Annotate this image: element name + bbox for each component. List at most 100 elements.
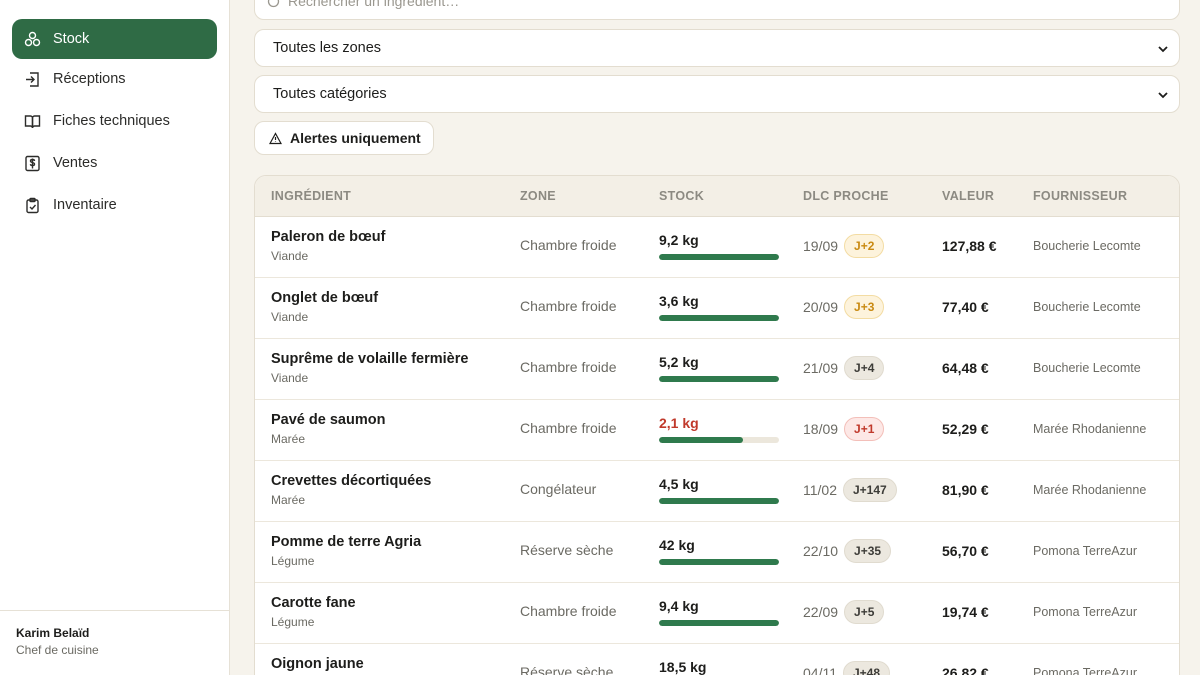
search-input[interactable]: Rechercher un ingrédient… — [254, 0, 1180, 20]
user-name: Karim Belaïd — [16, 626, 90, 640]
stock-level-fill — [659, 254, 779, 260]
dlc-cell: 18/09 J+1 — [803, 417, 885, 441]
value-cell: 77,40 € — [942, 299, 989, 315]
table-row[interactable]: Suprême de volaille fermière Viande Chambr… — [255, 339, 1179, 400]
dlc-badge: J+2 — [844, 234, 885, 258]
zone-cell: Réserve sèche — [520, 664, 614, 675]
stock-value: 9,4 kg — [659, 598, 699, 614]
ingredient-name: Pomme de terre Agria — [271, 534, 422, 550]
ingredient-cell: Onglet de bœuf Viande — [271, 290, 378, 324]
stock-level-fill — [659, 376, 779, 382]
dlc-date: 22/09 — [803, 604, 839, 620]
zone-cell: Chambre froide — [520, 298, 617, 314]
table-row[interactable]: Oignon jauneLégume Réserve sèche 18,5 kg 04… — [255, 644, 1179, 675]
grid-icon[interactable] — [25, 0, 41, 4]
table-row[interactable]: Onglet de bœuf Viande Chambre froide 3,6 kg… — [255, 278, 1179, 339]
ingredient-cell: Paleron de bœuf Viande — [271, 229, 385, 263]
zone-select[interactable]: Toutes les zones — [254, 29, 1180, 67]
dlc-cell: 19/09 J+2 — [803, 234, 885, 258]
search-placeholder: Rechercher un ingrédient… — [288, 0, 460, 9]
zone-cell: Réserve sèche — [520, 542, 614, 558]
supplier-cell: Pomona TerreAzur — [1033, 544, 1137, 558]
sidebar-item-label: Ventes — [53, 155, 98, 171]
dollar-icon — [24, 155, 41, 172]
table-row[interactable]: Crevettes décortiquées Marée Congélateur 4,… — [255, 461, 1179, 522]
stock-cell: 5,2 kg — [659, 354, 779, 386]
category-select[interactable]: Toutes catégories — [254, 75, 1180, 113]
dlc-badge: J+147 — [843, 478, 897, 502]
stock-value: 5,2 kg — [659, 354, 699, 370]
table-row[interactable]: Paleron de bœuf Viande Chambre froide 9,2 k… — [255, 217, 1179, 278]
zone-select-value: Toutes les zones — [273, 40, 382, 56]
ingredient-name: Paleron de bœuf — [271, 229, 386, 245]
sidebar-item-label: Inventaire — [53, 197, 117, 213]
header-dlc[interactable]: DLC PROCHE — [803, 189, 889, 203]
stock-level-fill — [659, 498, 779, 504]
stock-level-fill — [659, 315, 779, 321]
dlc-date: 22/10 — [803, 543, 839, 559]
ingredient-name: Suprême de volaille fermière — [271, 351, 469, 367]
sidebar-item-inventaire[interactable]: Inventaire — [12, 185, 217, 225]
ingredient-category: Marée — [271, 493, 306, 507]
supplier-cell: Marée Rhodanienne — [1033, 422, 1147, 436]
stock-value: 4,5 kg — [659, 476, 699, 492]
stock-value: 2,1 kg — [659, 415, 699, 431]
header-stock[interactable]: STOCK — [659, 189, 704, 203]
stock-cell: 4,5 kg — [659, 476, 779, 508]
table-row[interactable]: Pomme de terre Agria Légume Réserve sèche 4… — [255, 522, 1179, 583]
stock-cell: 42 kg — [659, 537, 779, 569]
sidebar-item-ventes[interactable]: Ventes — [12, 143, 217, 183]
dlc-badge: J+3 — [844, 295, 885, 319]
ingredient-category: Marée — [271, 432, 306, 446]
dlc-cell: 04/11 J+48 — [803, 661, 891, 675]
stock-level-bar — [659, 498, 779, 504]
user-role: Chef de cuisine — [16, 643, 99, 657]
stock-value: 18,5 kg — [659, 659, 707, 675]
zone-cell: Chambre froide — [520, 420, 617, 436]
ingredient-category: Légume — [271, 615, 315, 629]
sidebar: Stock Réceptions Fiches techniques Vente… — [0, 0, 230, 675]
chevron-down-icon — [1158, 46, 1168, 53]
dlc-badge: J+35 — [844, 539, 892, 563]
alerts-only-toggle[interactable]: Alertes uniquement — [254, 121, 434, 155]
value-cell: 56,70 € — [942, 543, 989, 559]
table-row[interactable]: Carotte fane Légume Chambre froide 9,4 kg 22… — [255, 583, 1179, 644]
supplier-cell: Marée Rhodanienne — [1033, 483, 1147, 497]
ingredient-name: Onglet de bœuf — [271, 290, 379, 306]
supplier-cell: Boucherie Lecomte — [1033, 239, 1141, 253]
ingredient-cell: Pavé de saumon Marée — [271, 412, 385, 446]
sidebar-item-stock[interactable]: Stock — [12, 19, 217, 59]
stock-level-bar — [659, 620, 779, 626]
sidebar-item-receptions[interactable]: Réceptions — [12, 59, 217, 99]
stock-level-bar — [659, 437, 779, 443]
dlc-date: 04/11 — [803, 665, 837, 675]
stock-cell: 3,6 kg — [659, 293, 779, 325]
sidebar-item-label: Stock — [53, 31, 90, 47]
sidebar-item-fiches-techniques[interactable]: Fiches techniques — [12, 101, 217, 141]
supplier-cell: Boucherie Lecomte — [1033, 300, 1141, 314]
warning-icon — [269, 131, 282, 144]
clipboard-icon — [24, 197, 41, 214]
value-cell: 64,48 € — [942, 360, 989, 376]
user-profile[interactable]: Karim Belaïd Chef de cuisine — [0, 610, 229, 675]
value-cell: 26,82 € — [942, 665, 989, 675]
zone-cell: Congélateur — [520, 481, 597, 497]
ingredient-category: Viande — [271, 371, 309, 385]
book-icon — [24, 113, 41, 130]
value-cell: 81,90 € — [942, 482, 989, 498]
header-supplier[interactable]: FOURNISSEUR — [1033, 189, 1127, 203]
ingredient-cell: Carotte fane Légume — [271, 595, 356, 629]
alerts-only-label: Alertes uniquement — [290, 130, 421, 146]
search-icon — [267, 0, 280, 7]
table-row[interactable]: Pavé de saumon Marée Chambre froide 2,1 kg 1… — [255, 400, 1179, 461]
dlc-date: 21/09 — [803, 360, 839, 376]
dlc-date: 18/09 — [803, 421, 839, 437]
header-value[interactable]: VALEUR — [942, 189, 994, 203]
header-ingredient[interactable]: INGRÉDIENT — [271, 189, 351, 203]
supplier-cell: Pomona TerreAzur — [1033, 666, 1137, 675]
value-cell: 52,29 € — [942, 421, 989, 437]
dlc-badge: J+48 — [843, 661, 891, 675]
zone-cell: Chambre froide — [520, 237, 617, 253]
header-zone[interactable]: ZONE — [520, 189, 556, 203]
zone-cell: Chambre froide — [520, 603, 617, 619]
